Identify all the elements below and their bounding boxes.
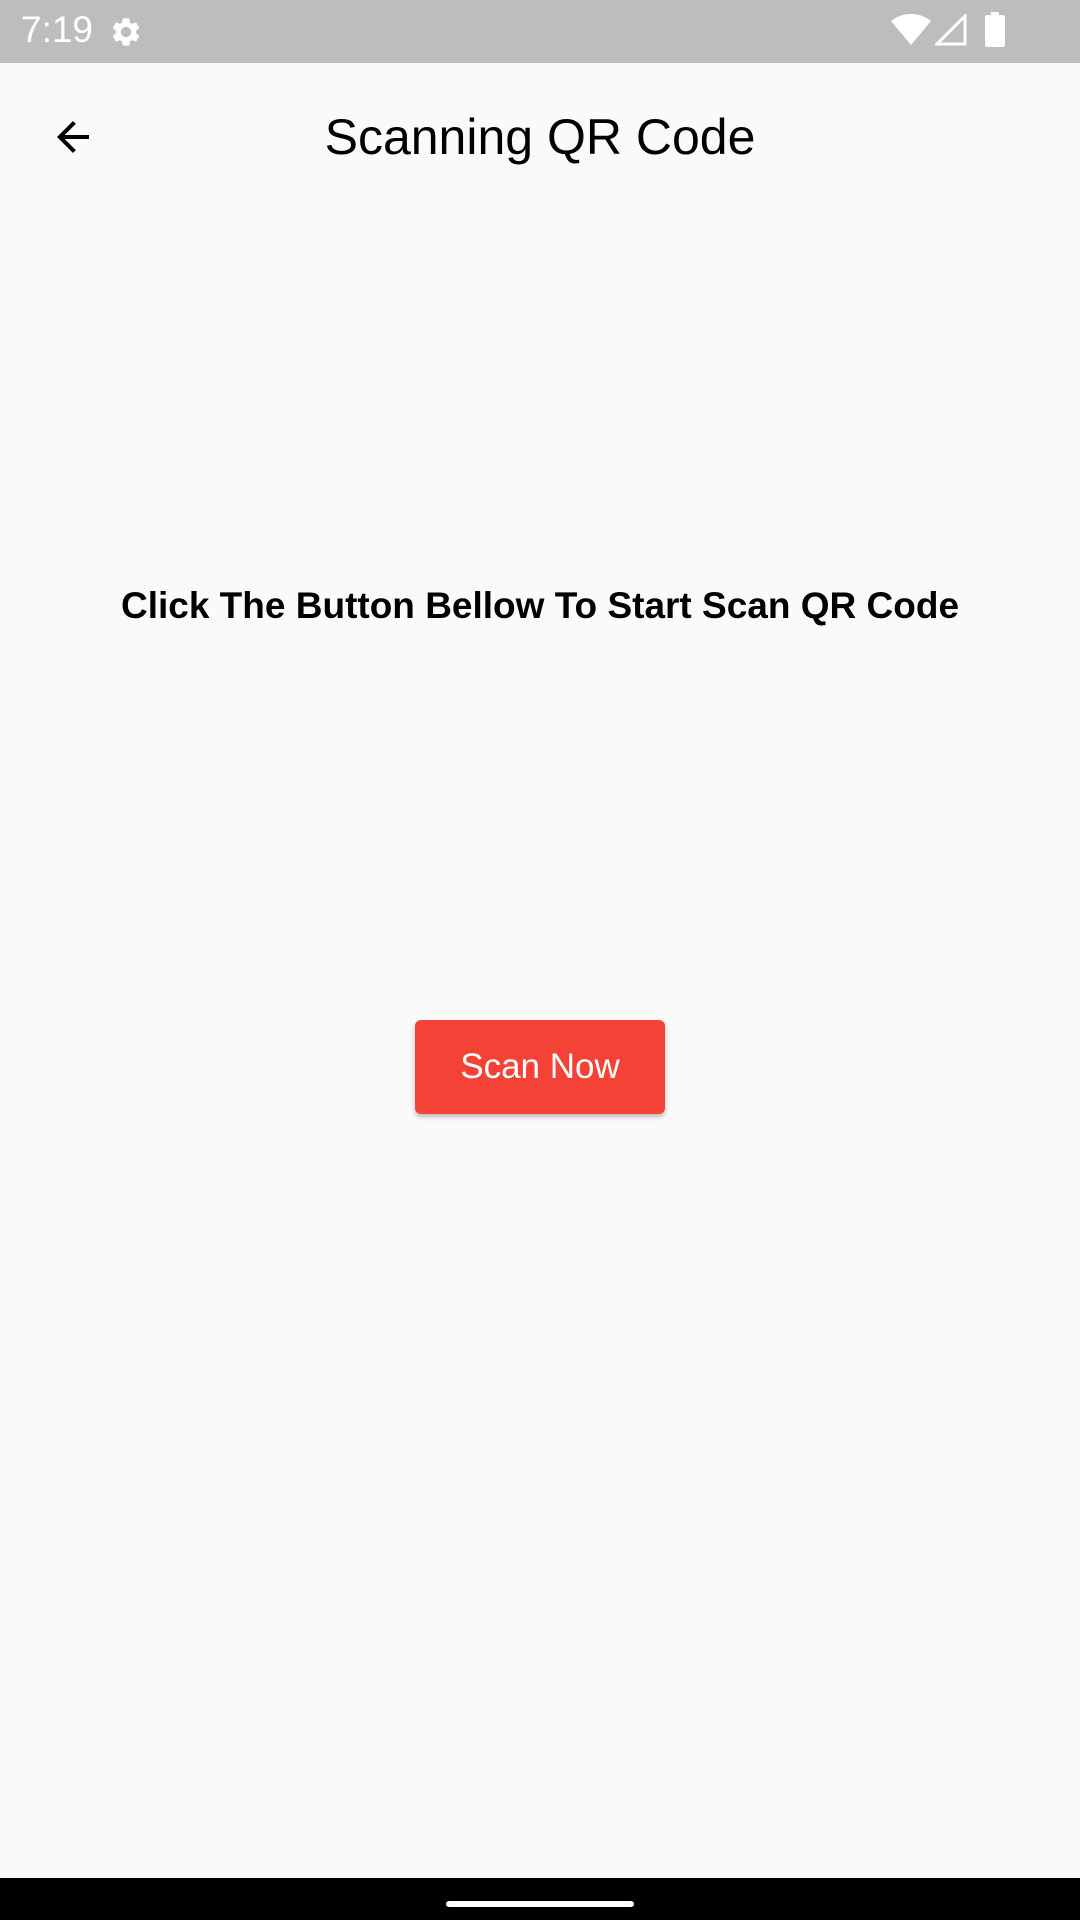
battery-icon (985, 12, 1005, 47)
app-bar: Scanning QR Code (0, 63, 1080, 210)
status-time: 7:19 (21, 9, 94, 50)
gear-icon (109, 15, 143, 49)
signal-icon (933, 12, 967, 46)
wifi-icon (891, 14, 931, 46)
system-nav-bar (0, 1878, 1080, 1920)
status-bar: 7:19 (0, 0, 1080, 63)
scan-now-button[interactable]: Scan Now (415, 1020, 665, 1114)
gesture-nav-handle[interactable] (446, 1901, 634, 1907)
page-title: Scanning QR Code (324, 109, 756, 165)
instruction-text: Click The Button Bellow To Start Scan QR… (120, 585, 960, 626)
